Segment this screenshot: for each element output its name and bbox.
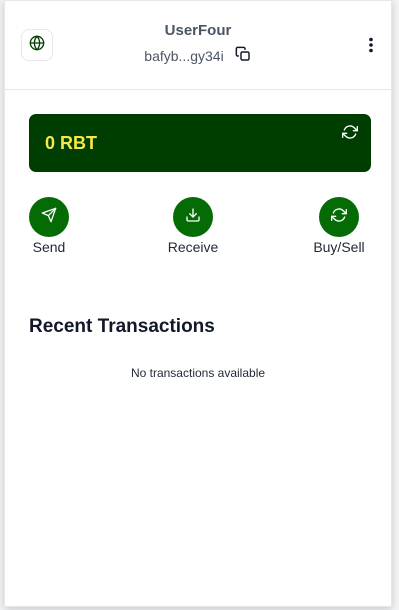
refresh-icon xyxy=(342,124,358,145)
wallet-header: UserFour bafyb...gy34i xyxy=(5,1,391,90)
buy-sell-action[interactable]: Buy/Sell xyxy=(301,197,377,255)
swap-icon xyxy=(331,207,347,228)
send-icon xyxy=(41,207,57,228)
balance-card: 0 RBT xyxy=(29,114,371,172)
wallet-popup: UserFour bafyb...gy34i 0 RBT Send Receiv… xyxy=(4,0,392,607)
vertical-dots-icon xyxy=(368,37,374,58)
receive-button[interactable] xyxy=(173,197,213,237)
recent-transactions-title: Recent Transactions xyxy=(29,316,215,337)
account-name: UserFour xyxy=(164,22,232,39)
copy-icon xyxy=(235,46,251,67)
copy-address-button[interactable] xyxy=(234,46,252,67)
download-icon xyxy=(185,207,201,228)
send-action[interactable]: Send xyxy=(28,197,70,255)
refresh-balance-button[interactable] xyxy=(341,124,359,145)
address-row: bafyb...gy34i xyxy=(5,46,391,67)
send-button[interactable] xyxy=(29,197,69,237)
no-transactions-message: No transactions available xyxy=(130,366,266,380)
send-label: Send xyxy=(32,239,66,255)
receive-action[interactable]: Receive xyxy=(163,197,223,255)
receive-label: Receive xyxy=(167,239,219,255)
wallet-address: bafyb...gy34i xyxy=(144,48,224,64)
buy-sell-button[interactable] xyxy=(319,197,359,237)
more-options-button[interactable] xyxy=(361,35,381,59)
buy-sell-label: Buy/Sell xyxy=(313,239,365,255)
balance-amount: 0 RBT xyxy=(45,133,98,153)
